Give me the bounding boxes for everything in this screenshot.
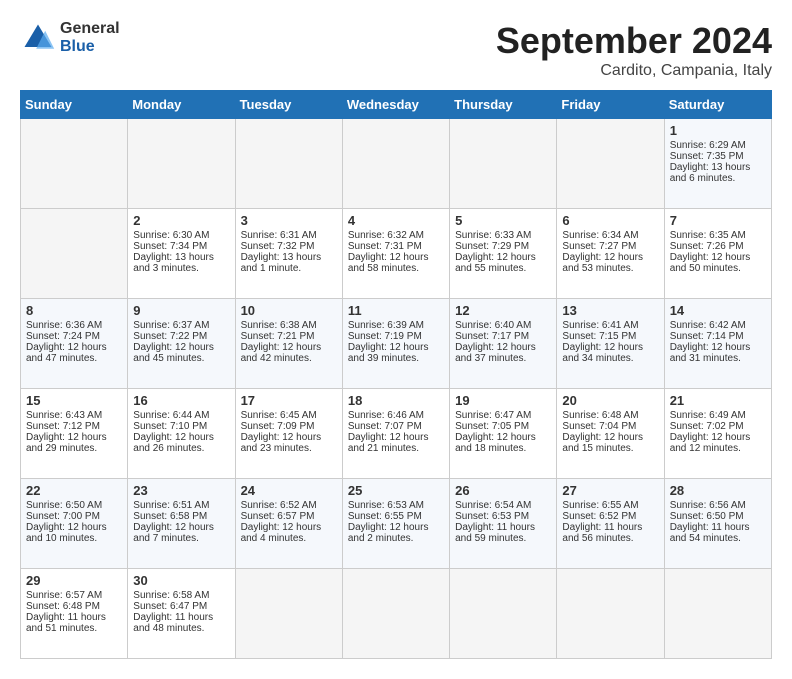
table-row [557, 119, 664, 209]
table-row: 20Sunrise: 6:48 AMSunset: 7:04 PMDayligh… [557, 389, 664, 479]
header-monday: Monday [128, 91, 235, 119]
table-row: 11Sunrise: 6:39 AMSunset: 7:19 PMDayligh… [342, 299, 449, 389]
table-row [342, 119, 449, 209]
logo-blue: Blue [60, 38, 120, 56]
table-row: 10Sunrise: 6:38 AMSunset: 7:21 PMDayligh… [235, 299, 342, 389]
location-title: Cardito, Campania, Italy [496, 62, 772, 80]
table-row: 19Sunrise: 6:47 AMSunset: 7:05 PMDayligh… [450, 389, 557, 479]
table-row [235, 119, 342, 209]
table-row: 30Sunrise: 6:58 AMSunset: 6:47 PMDayligh… [128, 569, 235, 659]
calendar-header: Sunday Monday Tuesday Wednesday Thursday… [21, 91, 772, 119]
table-row: 17Sunrise: 6:45 AMSunset: 7:09 PMDayligh… [235, 389, 342, 479]
title-section: September 2024 Cardito, Campania, Italy [496, 20, 772, 80]
table-row: 27Sunrise: 6:55 AMSunset: 6:52 PMDayligh… [557, 479, 664, 569]
table-row: 29Sunrise: 6:57 AMSunset: 6:48 PMDayligh… [21, 569, 128, 659]
table-row: 8Sunrise: 6:36 AMSunset: 7:24 PMDaylight… [21, 299, 128, 389]
header-tuesday: Tuesday [235, 91, 342, 119]
header-wednesday: Wednesday [342, 91, 449, 119]
table-row [128, 119, 235, 209]
table-row [21, 119, 128, 209]
table-row [450, 569, 557, 659]
table-row [342, 569, 449, 659]
calendar-week-3: 8Sunrise: 6:36 AMSunset: 7:24 PMDaylight… [21, 299, 772, 389]
calendar-week-1: 1Sunrise: 6:29 AMSunset: 7:35 PMDaylight… [21, 119, 772, 209]
table-row: 1Sunrise: 6:29 AMSunset: 7:35 PMDaylight… [664, 119, 771, 209]
header-saturday: Saturday [664, 91, 771, 119]
calendar-body: 1Sunrise: 6:29 AMSunset: 7:35 PMDaylight… [21, 119, 772, 659]
header-sunday: Sunday [21, 91, 128, 119]
table-row: 23Sunrise: 6:51 AMSunset: 6:58 PMDayligh… [128, 479, 235, 569]
table-row: 18Sunrise: 6:46 AMSunset: 7:07 PMDayligh… [342, 389, 449, 479]
logo: General Blue [20, 20, 120, 56]
header-thursday: Thursday [450, 91, 557, 119]
calendar-week-6: 29Sunrise: 6:57 AMSunset: 6:48 PMDayligh… [21, 569, 772, 659]
header-friday: Friday [557, 91, 664, 119]
month-title: September 2024 [496, 20, 772, 62]
calendar-week-2: 2Sunrise: 6:30 AMSunset: 7:34 PMDaylight… [21, 209, 772, 299]
table-row: 13Sunrise: 6:41 AMSunset: 7:15 PMDayligh… [557, 299, 664, 389]
logo-text: General Blue [60, 20, 120, 55]
table-row: 9Sunrise: 6:37 AMSunset: 7:22 PMDaylight… [128, 299, 235, 389]
table-row [450, 119, 557, 209]
table-row: 28Sunrise: 6:56 AMSunset: 6:50 PMDayligh… [664, 479, 771, 569]
page-header: General Blue September 2024 Cardito, Cam… [20, 20, 772, 80]
calendar-week-5: 22Sunrise: 6:50 AMSunset: 7:00 PMDayligh… [21, 479, 772, 569]
table-row: 7Sunrise: 6:35 AMSunset: 7:26 PMDaylight… [664, 209, 771, 299]
table-row: 21Sunrise: 6:49 AMSunset: 7:02 PMDayligh… [664, 389, 771, 479]
table-row: 4Sunrise: 6:32 AMSunset: 7:31 PMDaylight… [342, 209, 449, 299]
table-row: 3Sunrise: 6:31 AMSunset: 7:32 PMDaylight… [235, 209, 342, 299]
table-row [664, 569, 771, 659]
header-row: Sunday Monday Tuesday Wednesday Thursday… [21, 91, 772, 119]
table-row [235, 569, 342, 659]
calendar-week-4: 15Sunrise: 6:43 AMSunset: 7:12 PMDayligh… [21, 389, 772, 479]
table-row: 15Sunrise: 6:43 AMSunset: 7:12 PMDayligh… [21, 389, 128, 479]
table-row: 14Sunrise: 6:42 AMSunset: 7:14 PMDayligh… [664, 299, 771, 389]
table-row: 2Sunrise: 6:30 AMSunset: 7:34 PMDaylight… [128, 209, 235, 299]
table-row: 16Sunrise: 6:44 AMSunset: 7:10 PMDayligh… [128, 389, 235, 479]
table-row: 5Sunrise: 6:33 AMSunset: 7:29 PMDaylight… [450, 209, 557, 299]
logo-general: General [60, 20, 120, 38]
calendar-table: Sunday Monday Tuesday Wednesday Thursday… [20, 90, 772, 659]
table-row: 24Sunrise: 6:52 AMSunset: 6:57 PMDayligh… [235, 479, 342, 569]
table-row: 26Sunrise: 6:54 AMSunset: 6:53 PMDayligh… [450, 479, 557, 569]
table-row: 6Sunrise: 6:34 AMSunset: 7:27 PMDaylight… [557, 209, 664, 299]
table-row [21, 209, 128, 299]
table-row: 25Sunrise: 6:53 AMSunset: 6:55 PMDayligh… [342, 479, 449, 569]
table-row: 12Sunrise: 6:40 AMSunset: 7:17 PMDayligh… [450, 299, 557, 389]
table-row: 22Sunrise: 6:50 AMSunset: 7:00 PMDayligh… [21, 479, 128, 569]
logo-icon [20, 20, 56, 56]
table-row [557, 569, 664, 659]
